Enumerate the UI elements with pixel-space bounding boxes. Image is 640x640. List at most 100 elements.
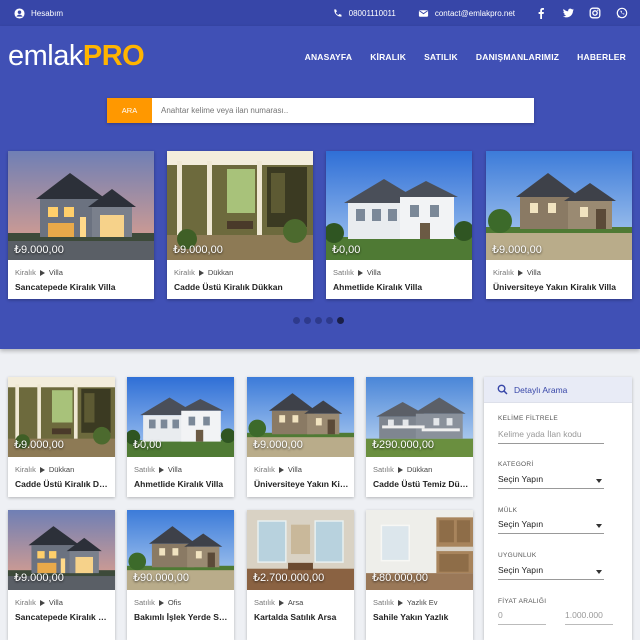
nav-sales[interactable]: SATILIK xyxy=(424,52,458,62)
listing-breadcrumb: Satılık Villa xyxy=(333,268,381,277)
listing-category: Dükkan xyxy=(406,465,433,474)
chevron-right-icon xyxy=(278,599,284,606)
category-select[interactable]: Seçin Yapın xyxy=(498,474,604,489)
featured-listing-card[interactable]: ₺0,00 Satılık Villa Ahmetlide Kiralık Vi… xyxy=(326,151,472,299)
chevron-right-icon xyxy=(278,466,284,473)
nav-home[interactable]: ANASAYFA xyxy=(305,52,353,62)
featured-listing-card[interactable]: ₺9.000,00 Kiralık Dükkan Cadde Üstü Kira… xyxy=(167,151,313,299)
carousel-dot[interactable] xyxy=(337,317,344,324)
property-select[interactable]: Seçin Yapın xyxy=(498,519,604,534)
chevron-right-icon xyxy=(158,466,164,473)
account-link[interactable]: Hesabım xyxy=(14,8,63,19)
listing-card[interactable]: ₺80.000,00 Satılık Yazlık Ev Sahile Yakı… xyxy=(366,510,473,640)
listing-category: Dükkan xyxy=(48,465,75,474)
logo-text-left: emlak xyxy=(8,40,83,72)
property-value: Seçin Yapın xyxy=(498,519,544,529)
site-logo[interactable]: emlakPRO xyxy=(8,40,145,73)
listing-type: Satılık xyxy=(373,465,394,474)
instagram-icon[interactable] xyxy=(589,7,601,19)
carousel-dot[interactable] xyxy=(315,317,322,324)
search-input[interactable] xyxy=(152,98,534,123)
listing-breadcrumb: Satılık Arsa xyxy=(254,598,303,607)
price-max-input[interactable]: 1.000.000 xyxy=(565,610,613,625)
featured-listing-card[interactable]: ₺9.000,00 Kiralık Villa Sancatepede Kira… xyxy=(8,151,154,299)
nav-rentals[interactable]: KİRALIK xyxy=(370,52,406,62)
email-address[interactable]: contact@emlakpro.net xyxy=(435,9,515,18)
price-min-input[interactable]: 0 xyxy=(498,610,546,625)
listing-card[interactable]: ₺2.700.000,00 Satılık Arsa Kartalda Satı… xyxy=(247,510,354,640)
listing-card[interactable]: ₺0,00 Satılık Villa Ahmetlide Kiralık Vi… xyxy=(127,377,234,497)
listing-card[interactable]: ₺9.000,00 Kiralık Villa Sancatepede Kira… xyxy=(8,510,115,640)
listing-title[interactable]: Ahmetlide Kiralık Villa xyxy=(134,479,230,489)
listing-type: Satılık xyxy=(373,598,394,607)
listing-category: Villa xyxy=(526,268,541,277)
listing-breadcrumb: Satılık Ofis xyxy=(134,598,181,607)
listing-category: Villa xyxy=(366,268,381,277)
panel-header: Detaylı Arama xyxy=(484,377,632,403)
category-label: KATEGORİ xyxy=(498,461,534,468)
category-value: Seçin Yapın xyxy=(498,474,544,484)
listing-type: Kiralık xyxy=(15,268,36,277)
chevron-right-icon xyxy=(397,466,403,473)
search-button[interactable]: ARA xyxy=(107,98,152,123)
chevron-down-icon xyxy=(596,570,602,574)
listing-breadcrumb: Kiralık Villa xyxy=(254,465,302,474)
listing-price: ₺0,00 xyxy=(332,244,361,256)
twitter-icon[interactable] xyxy=(562,7,574,19)
listing-price: ₺9.000,00 xyxy=(492,244,542,256)
chevron-right-icon xyxy=(357,269,363,276)
listing-title[interactable]: Üniversiteye Yakın Kiralık Villa xyxy=(254,479,350,489)
listing-price: ₺9.000,00 xyxy=(14,572,64,584)
main-nav: ANASAYFA KİRALIK SATILIK DANIŞMANLARIMIZ… xyxy=(305,52,626,62)
listing-title[interactable]: Sancatepede Kiralık Villa xyxy=(15,612,111,622)
suitability-select[interactable]: Seçin Yapın xyxy=(498,565,604,580)
featured-listing-card[interactable]: ₺9.000,00 Kiralık Villa Üniversiteye Yak… xyxy=(486,151,632,299)
price-range-label: FİYAT ARALIĞI xyxy=(498,598,547,605)
carousel-dot[interactable] xyxy=(293,317,300,324)
carousel-dot[interactable] xyxy=(304,317,311,324)
facebook-icon[interactable] xyxy=(535,7,547,19)
search-bar: ARA xyxy=(107,98,534,123)
keyword-input[interactable]: Kelime yada İlan kodu xyxy=(498,429,604,444)
chevron-right-icon xyxy=(39,269,45,276)
listing-breadcrumb: Kiralık Villa xyxy=(15,598,63,607)
listing-title[interactable]: Sancatepede Kiralık Villa xyxy=(15,282,115,292)
chevron-right-icon xyxy=(39,599,45,606)
listing-category: Villa xyxy=(287,465,302,474)
listing-breadcrumb: Kiralık Villa xyxy=(15,268,63,277)
top-bar: Hesabım 08001110011 contact@emlakpro.net xyxy=(0,0,640,26)
listing-price: ₺80.000,00 xyxy=(372,572,428,584)
listing-title[interactable]: Ahmetlide Kiralık Villa xyxy=(333,282,422,292)
listing-price: ₺90.000,00 xyxy=(133,572,189,584)
listing-title[interactable]: Cadde Üstü Temiz Dükkan xyxy=(373,479,469,489)
listing-card[interactable]: ₺90.000,00 Satılık Ofis Bakımlı İşlek Ye… xyxy=(127,510,234,640)
listing-breadcrumb: Kiralık Dükkan xyxy=(174,268,233,277)
suitability-value: Seçin Yapın xyxy=(498,565,544,575)
listing-breadcrumb: Satılık Yazlık Ev xyxy=(373,598,438,607)
listing-title[interactable]: Cadde Üstü Kiralık Dükkan xyxy=(15,479,111,489)
listing-price: ₺290.000,00 xyxy=(372,439,435,451)
listing-title[interactable]: Cadde Üstü Kiralık Dükkan xyxy=(174,282,283,292)
listing-card[interactable]: ₺9.000,00 Kiralık Villa Üniversiteye Yak… xyxy=(247,377,354,497)
logo-text-right: PRO xyxy=(82,40,145,72)
listing-card[interactable]: ₺290.000,00 Satılık Dükkan Cadde Üstü Te… xyxy=(366,377,473,497)
chevron-down-icon xyxy=(596,524,602,528)
listing-title[interactable]: Üniversiteye Yakın Kiralık Villa xyxy=(493,282,616,292)
listing-type: Kiralık xyxy=(254,465,275,474)
listing-breadcrumb: Kiralık Villa xyxy=(493,268,541,277)
listing-category: Arsa xyxy=(287,598,304,607)
whatsapp-icon[interactable] xyxy=(616,7,628,19)
chevron-right-icon xyxy=(39,466,45,473)
listing-type: Satılık xyxy=(254,598,275,607)
nav-news[interactable]: HABERLER xyxy=(577,52,626,62)
listing-title[interactable]: Kartalda Satılık Arsa xyxy=(254,612,350,622)
listing-title[interactable]: Sahile Yakın Yazlık xyxy=(373,612,469,622)
nav-consultants[interactable]: DANIŞMANLARIMIZ xyxy=(476,52,559,62)
listing-price: ₺9.000,00 xyxy=(14,244,64,256)
carousel-dot[interactable] xyxy=(326,317,333,324)
listing-card[interactable]: ₺9.000,00 Kiralık Dükkan Cadde Üstü Kira… xyxy=(8,377,115,497)
listing-title[interactable]: Bakımlı İşlek Yerde Satılık Ofis xyxy=(134,612,230,622)
listing-type: Kiralık xyxy=(174,268,195,277)
listing-breadcrumb: Satılık Dükkan xyxy=(373,465,432,474)
phone-number[interactable]: 08001110011 xyxy=(349,9,396,18)
